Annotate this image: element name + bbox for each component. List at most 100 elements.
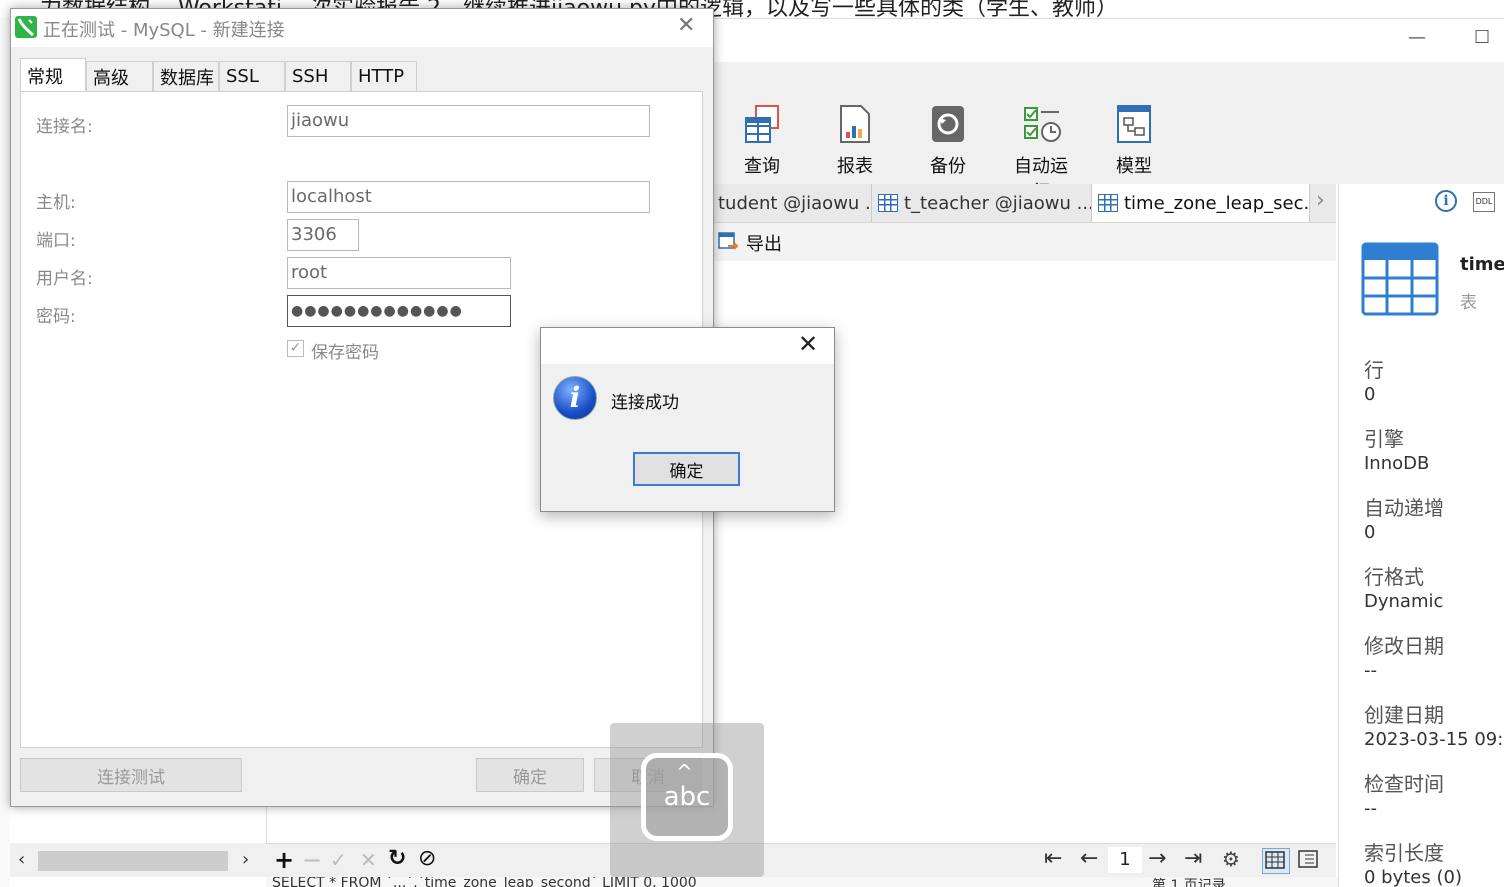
tab-ssh-label: SSH (292, 66, 329, 87)
tab-time-zone-label: time_zone_leap_sec... (1124, 192, 1310, 214)
host-input[interactable]: localhost (287, 181, 650, 213)
object-info-panel: i DDL time_ 表 行 0 引擎 InnoDB 自动递增 0 行格式 D… (1338, 184, 1504, 887)
report-icon (837, 104, 873, 144)
left-horizontal-scrollbar[interactable]: ‹ › (10, 843, 266, 877)
info-value-rows: 0 (1364, 384, 1376, 405)
page-number-input[interactable]: 1 (1108, 847, 1142, 873)
save-password-checkbox[interactable]: ✓ (287, 340, 304, 357)
info-value-index-length: 0 bytes (0) (1364, 867, 1462, 887)
dialog-title: 正在测试 - MySQL - 新建连接 (43, 20, 285, 41)
save-password-label: 保存密码 (311, 343, 379, 363)
messagebox-text: 连接成功 (611, 393, 679, 413)
tab-ssl[interactable]: SSL (219, 61, 285, 91)
first-page-button[interactable]: ⇤ (1044, 846, 1062, 871)
info-label-auto-increment: 自动递增 (1364, 496, 1444, 520)
info-label-engine: 引擎 (1364, 427, 1404, 451)
navicat-titlebar: — ☐ (712, 18, 1504, 63)
info-value-auto-increment: 0 (1364, 522, 1376, 543)
ddl-label: DDL (1475, 197, 1493, 206)
info-label-modified-date: 修改日期 (1364, 634, 1444, 658)
info-label-created-date: 创建日期 (1364, 703, 1444, 727)
dialog-titlebar: 正在测试 - MySQL - 新建连接 ✕ (11, 9, 713, 47)
info-label-row-format: 行格式 (1364, 565, 1424, 589)
toolbar-report-label: 报表 (837, 156, 873, 177)
info-icon[interactable]: i (1435, 190, 1457, 212)
delete-record-button[interactable]: − (302, 846, 322, 874)
tab-teacher-label: t_teacher @jiaowu ... (904, 192, 1092, 214)
maximize-button[interactable]: ☐ (1474, 27, 1490, 48)
toolbar-model[interactable]: 模型 (1099, 104, 1169, 178)
grid-view-button[interactable] (1262, 848, 1290, 874)
connection-success-messagebox: ✕ i 连接成功 确定 (540, 327, 835, 512)
tab-databases[interactable]: 数据库 (153, 61, 219, 91)
scrollbar-thumb[interactable] (38, 851, 228, 871)
info-label-check-time: 检查时间 (1364, 772, 1444, 796)
toolbar-query[interactable]: 查询 (727, 104, 797, 178)
tab-general[interactable]: 常规 (20, 58, 86, 92)
data-subtoolbar: 导出 (712, 223, 1336, 261)
ok-button[interactable]: 确定 (476, 758, 584, 792)
ime-mode-text: abc (663, 782, 711, 812)
messagebox-ok-button[interactable]: 确定 (633, 452, 740, 486)
discard-changes-button[interactable]: ✕ (360, 848, 377, 872)
last-page-button[interactable]: ⇥ (1184, 846, 1202, 871)
info-value-modified-date: -- (1364, 660, 1377, 681)
refresh-button[interactable]: ↻ (388, 846, 406, 871)
export-icon (718, 232, 739, 250)
grid-bottom-bar: + − ✓ ✕ ↻ ⊘ ⇤ ← 1 → ⇥ ⚙ (266, 843, 1336, 878)
add-record-button[interactable]: + (274, 846, 294, 874)
ddl-button[interactable]: DDL (1473, 192, 1495, 212)
tab-http[interactable]: HTTP (351, 61, 417, 91)
password-input[interactable]: ●●●●●●●●●●●●● (287, 295, 511, 327)
messagebox-titlebar: ✕ (541, 328, 834, 364)
object-type: 表 (1460, 293, 1477, 313)
toolbar-backup-label: 备份 (930, 156, 966, 177)
password-label: 密码: (36, 307, 76, 327)
tab-advanced-label: 高级 (93, 67, 129, 89)
table-icon (878, 194, 898, 212)
minimize-button[interactable]: — (1408, 27, 1426, 48)
tab-scroll-right-button[interactable]: › (1316, 188, 1325, 213)
messagebox-close-button[interactable]: ✕ (798, 330, 818, 358)
tab-advanced[interactable]: 高级 (86, 61, 153, 91)
info-label-index-length: 索引长度 (1364, 841, 1444, 865)
connection-name-input[interactable]: jiaowu (287, 105, 650, 137)
toolbar-model-label: 模型 (1116, 156, 1152, 177)
info-icon: i (553, 376, 597, 420)
tab-student-label: tudent @jiaowu ... (718, 192, 872, 214)
scroll-left-arrow[interactable]: ‹ (18, 849, 25, 870)
tab-student[interactable]: tudent @jiaowu ... (712, 184, 872, 222)
export-label: 导出 (746, 234, 782, 255)
form-view-button[interactable] (1296, 848, 1322, 872)
apply-changes-button[interactable]: ✓ (330, 848, 347, 872)
table-icon (1098, 194, 1118, 212)
ime-mode-indicator: ^ abc (610, 723, 764, 877)
username-input[interactable]: root (287, 257, 511, 289)
dialog-close-button[interactable]: ✕ (677, 13, 695, 38)
tab-teacher[interactable]: t_teacher @jiaowu ... (872, 184, 1092, 222)
stop-button[interactable]: ⊘ (418, 846, 436, 871)
test-connection-button[interactable]: 连接测试 (20, 758, 242, 792)
backup-icon (930, 104, 966, 144)
tab-databases-label: 数据库 (160, 67, 214, 89)
test-connection-label: 连接测试 (97, 767, 165, 788)
next-page-button[interactable]: → (1148, 846, 1166, 871)
desktop-left-edge (0, 18, 10, 887)
query-icon (744, 104, 780, 144)
port-input[interactable]: 3306 (287, 219, 359, 251)
object-tabs: tudent @jiaowu ... t_teacher @jiaowu ...… (712, 184, 1336, 223)
table-large-icon (1361, 242, 1439, 316)
connection-name-label: 连接名: (36, 117, 93, 137)
info-value-row-format: Dynamic (1364, 591, 1444, 612)
toolbar-report[interactable]: 报表 (820, 104, 890, 178)
tab-time-zone-leap-second[interactable]: time_zone_leap_sec... (1092, 184, 1310, 222)
export-button[interactable]: 导出 (718, 230, 782, 256)
tab-ssh[interactable]: SSH (285, 61, 351, 91)
tab-ssl-label: SSL (226, 66, 259, 87)
settings-gear-icon[interactable]: ⚙ (1222, 847, 1240, 871)
ime-indicator-frame: ^ abc (641, 753, 733, 841)
model-icon (1116, 104, 1152, 144)
toolbar-backup[interactable]: 备份 (913, 104, 983, 178)
prev-page-button[interactable]: ← (1080, 846, 1098, 871)
scroll-right-arrow[interactable]: › (242, 849, 249, 870)
